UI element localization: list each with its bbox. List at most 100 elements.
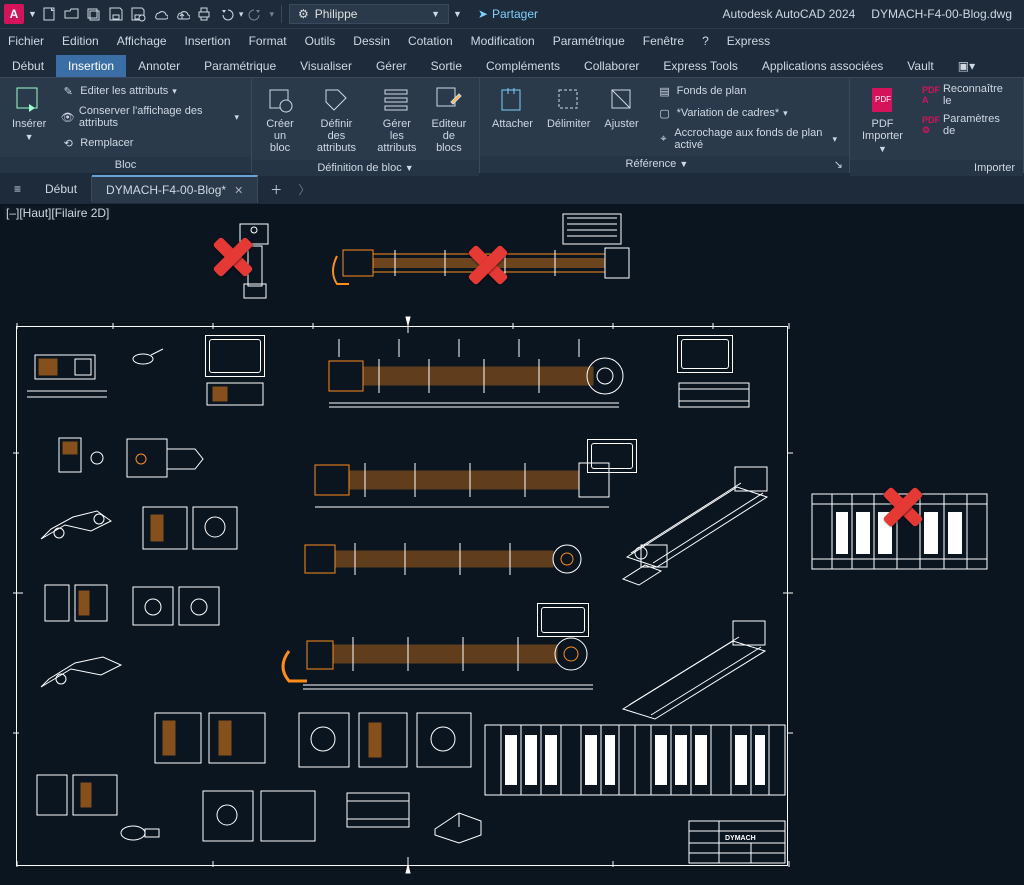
start-tab[interactable]: Début	[31, 176, 92, 202]
app-menu-arrow[interactable]: ▼	[28, 9, 37, 19]
tab-collaborer[interactable]: Collaborer	[572, 55, 651, 77]
recognition-settings-button[interactable]: PDF⚙Paramètres de	[919, 112, 1015, 138]
pencil-tag-icon: ✎	[60, 83, 76, 99]
tab-gerer[interactable]: Gérer	[364, 55, 419, 77]
chevron-down-icon: ▾	[832, 134, 837, 145]
insert-block-button[interactable]: Insérer ▼	[8, 82, 50, 144]
pdf-import-button[interactable]: PDFPDF Importer▼	[858, 82, 907, 156]
part-view	[129, 345, 169, 375]
chevron-down-icon: ▾	[172, 86, 177, 97]
snap-icon: ⌖	[657, 131, 671, 147]
part-view	[117, 819, 167, 849]
tab-annoter[interactable]: Annoter	[126, 55, 192, 77]
drawing-frame: DYMACH	[16, 326, 788, 866]
edit-attr-label: Editer les attributs	[80, 85, 168, 97]
part-view	[341, 787, 421, 837]
new-icon[interactable]	[41, 5, 59, 23]
redo-dd[interactable]: ▾	[269, 9, 274, 20]
panel-reference-title[interactable]: Référence ▼ ↘	[480, 156, 849, 173]
close-tab-icon[interactable]: ✕	[234, 184, 243, 197]
stack-icon[interactable]	[85, 5, 103, 23]
underlay-button[interactable]: ▤Fonds de plan	[653, 82, 841, 100]
save-as-icon[interactable]	[129, 5, 147, 23]
panel-bloc: Insérer ▼ ✎ Editer les attributs ▾ 👁Conser…	[0, 78, 252, 173]
menu-affichage[interactable]: Affichage	[117, 34, 167, 48]
panel-bloc-title[interactable]: Bloc	[0, 157, 251, 173]
tab-extra[interactable]: ▣▾	[946, 55, 987, 77]
save-icon[interactable]	[107, 5, 125, 23]
tab-visualiser[interactable]: Visualiser	[288, 55, 364, 77]
new-tab-button[interactable]: ＋	[258, 175, 294, 204]
qat-separator	[281, 5, 282, 23]
attach-button[interactable]: Attacher	[488, 82, 537, 132]
layers-icon: ▤	[657, 83, 673, 99]
menu-fenetre[interactable]: Fenêtre	[643, 34, 684, 48]
model-space[interactable]: DYMACH	[0, 204, 1024, 885]
share-button[interactable]: ➤ Partager	[478, 7, 538, 21]
menu-fichier[interactable]: Fichier	[8, 34, 44, 48]
snap-underlay-button[interactable]: ⌖Accrochage aux fonds de plan activé ▾	[653, 126, 841, 152]
clip-button[interactable]: Délimiter	[543, 82, 594, 132]
edit-attributes-button[interactable]: ✎ Editer les attributs ▾	[56, 82, 243, 100]
tabs-menu-icon[interactable]: ≡	[4, 182, 31, 196]
part-view	[203, 379, 271, 413]
adjust-icon	[606, 84, 638, 116]
snap-label: Accrochage aux fonds de plan activé	[674, 127, 828, 151]
tab-debut[interactable]: Début	[0, 55, 56, 77]
cloud-save-icon[interactable]	[173, 5, 191, 23]
share-icon: ➤	[478, 7, 488, 21]
redo-icon[interactable]	[247, 5, 265, 23]
ribbon-body: Insérer ▼ ✎ Editer les attributs ▾ 👁Conser…	[0, 78, 1024, 174]
menu-outils[interactable]: Outils	[305, 34, 336, 48]
block-editor-button[interactable]: Editeur de blocs	[427, 82, 471, 156]
menu-cotation[interactable]: Cotation	[408, 34, 453, 48]
undo-dd[interactable]: ▾	[239, 9, 244, 20]
titleblock-company: DYMACH	[725, 835, 756, 842]
tab-complements[interactable]: Compléments	[474, 55, 572, 77]
qat-customize[interactable]: ▼	[453, 9, 462, 19]
menu-format[interactable]: Format	[249, 34, 287, 48]
panel-reference: Attacher Délimiter Ajuster ▤Fonds de pla…	[480, 78, 850, 173]
manage-attr-button[interactable]: Gérer les attributs	[373, 82, 421, 156]
define-attr-button[interactable]: Définir des attributs	[306, 82, 367, 156]
replace-label: Remplacer	[80, 137, 133, 149]
panel-def-bloc: Créer un bloc Définir des attributs Gére…	[252, 78, 480, 173]
document-tab[interactable]: DYMACH-F4-00-Blog*✕	[92, 175, 258, 203]
workspace-dropdown[interactable]: ⚙ Philippe ▼	[289, 4, 449, 24]
cloud-open-icon[interactable]	[151, 5, 169, 23]
keep-attr-display-button[interactable]: 👁Conserver l'affichage des attributs▾	[56, 104, 243, 130]
tab-parametrique[interactable]: Paramétrique	[192, 55, 288, 77]
menu-parametrique[interactable]: Paramétrique	[553, 34, 625, 48]
panel-import-title[interactable]: Importer	[850, 160, 1023, 176]
delete-marker-icon	[210, 234, 256, 280]
pdf-icon: PDF	[866, 84, 898, 116]
menu-dessin[interactable]: Dessin	[353, 34, 390, 48]
app-logo[interactable]: A	[4, 4, 24, 24]
tabs-chevron-icon[interactable]: 〉	[298, 181, 310, 198]
clip-label: Délimiter	[547, 118, 590, 130]
drawing-viewport[interactable]: [–][Haut][Filaire 2D]	[0, 204, 1024, 885]
tab-apps-associees[interactable]: Applications associées	[750, 55, 895, 77]
text-recog-icon: PDFA	[923, 87, 939, 103]
tab-sortie[interactable]: Sortie	[419, 55, 474, 77]
replace-button[interactable]: ⟲Remplacer	[56, 134, 243, 152]
tag-eye-icon: 👁	[60, 109, 75, 125]
frames-button[interactable]: ▢*Variation de cadres*▾	[653, 104, 841, 122]
tab-vault[interactable]: Vault	[895, 55, 945, 77]
menu-help[interactable]: ?	[702, 34, 709, 48]
pdf-import-label: PDF Importer	[862, 118, 903, 142]
dialog-launcher-icon[interactable]: ↘	[834, 158, 843, 171]
undo-icon[interactable]	[217, 5, 235, 23]
menu-edition[interactable]: Edition	[62, 34, 99, 48]
tab-insertion[interactable]: Insertion	[56, 55, 126, 77]
menu-express[interactable]: Express	[727, 34, 770, 48]
tab-express-tools[interactable]: Express Tools	[651, 55, 749, 77]
create-block-button[interactable]: Créer un bloc	[260, 82, 300, 156]
print-icon[interactable]	[195, 5, 213, 23]
gear-icon: ⚙	[298, 7, 309, 21]
open-icon[interactable]	[63, 5, 81, 23]
adjust-button[interactable]: Ajuster	[600, 82, 642, 132]
menu-insertion[interactable]: Insertion	[185, 34, 231, 48]
menu-modification[interactable]: Modification	[471, 34, 535, 48]
recognize-shx-button[interactable]: PDFAReconnaître le	[919, 82, 1015, 108]
